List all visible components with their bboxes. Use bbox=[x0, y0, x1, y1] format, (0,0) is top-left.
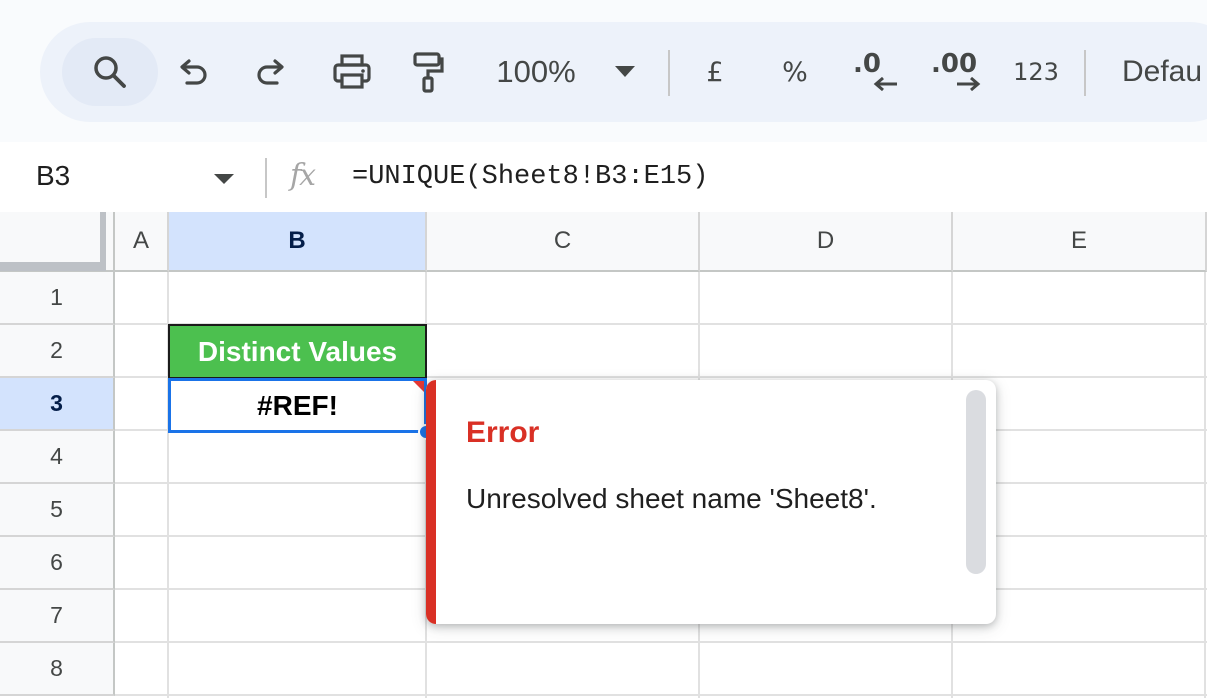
select-all-corner[interactable] bbox=[0, 212, 115, 272]
column-header-a[interactable]: A bbox=[115, 212, 169, 272]
pound-icon: £ bbox=[706, 56, 724, 88]
percent-format-button[interactable]: % bbox=[770, 22, 820, 122]
row-header-3[interactable]: 3 bbox=[0, 378, 115, 431]
row-header-1[interactable]: 1 bbox=[0, 272, 115, 325]
toolbar: 100% £ % .0 .00 123 Defau bbox=[40, 22, 1207, 122]
undo-button[interactable] bbox=[168, 22, 218, 122]
row-header-2[interactable]: 2 bbox=[0, 325, 115, 378]
frozen-column-handle[interactable] bbox=[100, 212, 106, 270]
arrow-right-icon bbox=[957, 77, 981, 91]
toolbar-divider bbox=[668, 50, 670, 96]
currency-format-button[interactable]: £ bbox=[692, 22, 738, 122]
row-header-5[interactable]: 5 bbox=[0, 484, 115, 537]
font-select[interactable]: Defau bbox=[1122, 22, 1207, 122]
column-header-b[interactable]: B bbox=[169, 212, 427, 272]
toolbar-divider bbox=[1084, 50, 1086, 96]
print-button[interactable] bbox=[324, 22, 380, 122]
caret-down-icon bbox=[615, 66, 635, 77]
column-header-c[interactable]: C bbox=[427, 212, 700, 272]
error-indicator-icon bbox=[413, 381, 424, 392]
error-message: Unresolved sheet name 'Sheet8'. bbox=[466, 483, 877, 514]
error-accent-bar bbox=[426, 380, 436, 624]
row-header-8[interactable]: 8 bbox=[0, 643, 115, 696]
column-header-e[interactable]: E bbox=[953, 212, 1207, 272]
redo-icon bbox=[257, 59, 284, 85]
arrow-left-icon bbox=[873, 77, 897, 91]
percent-icon: % bbox=[782, 56, 808, 88]
increase-decimal-label: .00 bbox=[931, 49, 978, 79]
grid-line bbox=[1204, 272, 1206, 698]
increase-decimal-button[interactable]: .00 bbox=[925, 22, 989, 122]
row-header-6[interactable]: 6 bbox=[0, 537, 115, 590]
zoom-value: 100% bbox=[496, 54, 576, 89]
formula-bar-divider bbox=[265, 158, 267, 198]
name-box[interactable]: B3 bbox=[36, 160, 70, 192]
undo-icon bbox=[180, 59, 207, 85]
error-tooltip: Error Unresolved sheet name 'Sheet8'. bbox=[426, 380, 996, 624]
spreadsheet-app: 100% £ % .0 .00 123 Defau B3 fx =UNIQUE(… bbox=[0, 0, 1207, 698]
search-menus-button[interactable] bbox=[62, 38, 158, 106]
cell-b2[interactable]: Distinct Values bbox=[168, 324, 427, 379]
formula-input[interactable]: =UNIQUE(Sheet8!B3:E15) bbox=[352, 162, 708, 192]
search-icon bbox=[94, 56, 126, 88]
font-name: Defau bbox=[1122, 55, 1203, 88]
redo-button[interactable] bbox=[246, 22, 296, 122]
decrease-decimal-button[interactable]: .0 bbox=[845, 22, 905, 122]
frozen-row-handle[interactable] bbox=[0, 262, 106, 271]
number-format-label: 123 bbox=[1013, 58, 1059, 86]
name-box-dropdown-icon[interactable] bbox=[214, 174, 234, 184]
paint-format-button[interactable] bbox=[402, 22, 454, 122]
row-header-7[interactable]: 7 bbox=[0, 590, 115, 643]
zoom-dropdown-button[interactable] bbox=[610, 22, 640, 122]
decrease-decimal-label: .0 bbox=[853, 49, 881, 79]
more-formats-button[interactable]: 123 bbox=[1006, 22, 1066, 122]
grid-line bbox=[115, 641, 1207, 643]
grid-line bbox=[115, 694, 1207, 696]
fx-icon: fx bbox=[290, 158, 316, 193]
popup-scrollbar[interactable] bbox=[966, 390, 986, 574]
zoom-select[interactable]: 100% bbox=[486, 22, 586, 122]
print-icon bbox=[333, 54, 371, 89]
column-header-d[interactable]: D bbox=[700, 212, 953, 272]
cell-b3-selected[interactable]: #REF! bbox=[168, 378, 427, 433]
paint-roller-icon bbox=[413, 52, 444, 93]
row-header-4[interactable]: 4 bbox=[0, 431, 115, 484]
error-title: Error bbox=[466, 416, 540, 449]
formula-bar: B3 fx =UNIQUE(Sheet8!B3:E15) bbox=[0, 142, 1207, 212]
